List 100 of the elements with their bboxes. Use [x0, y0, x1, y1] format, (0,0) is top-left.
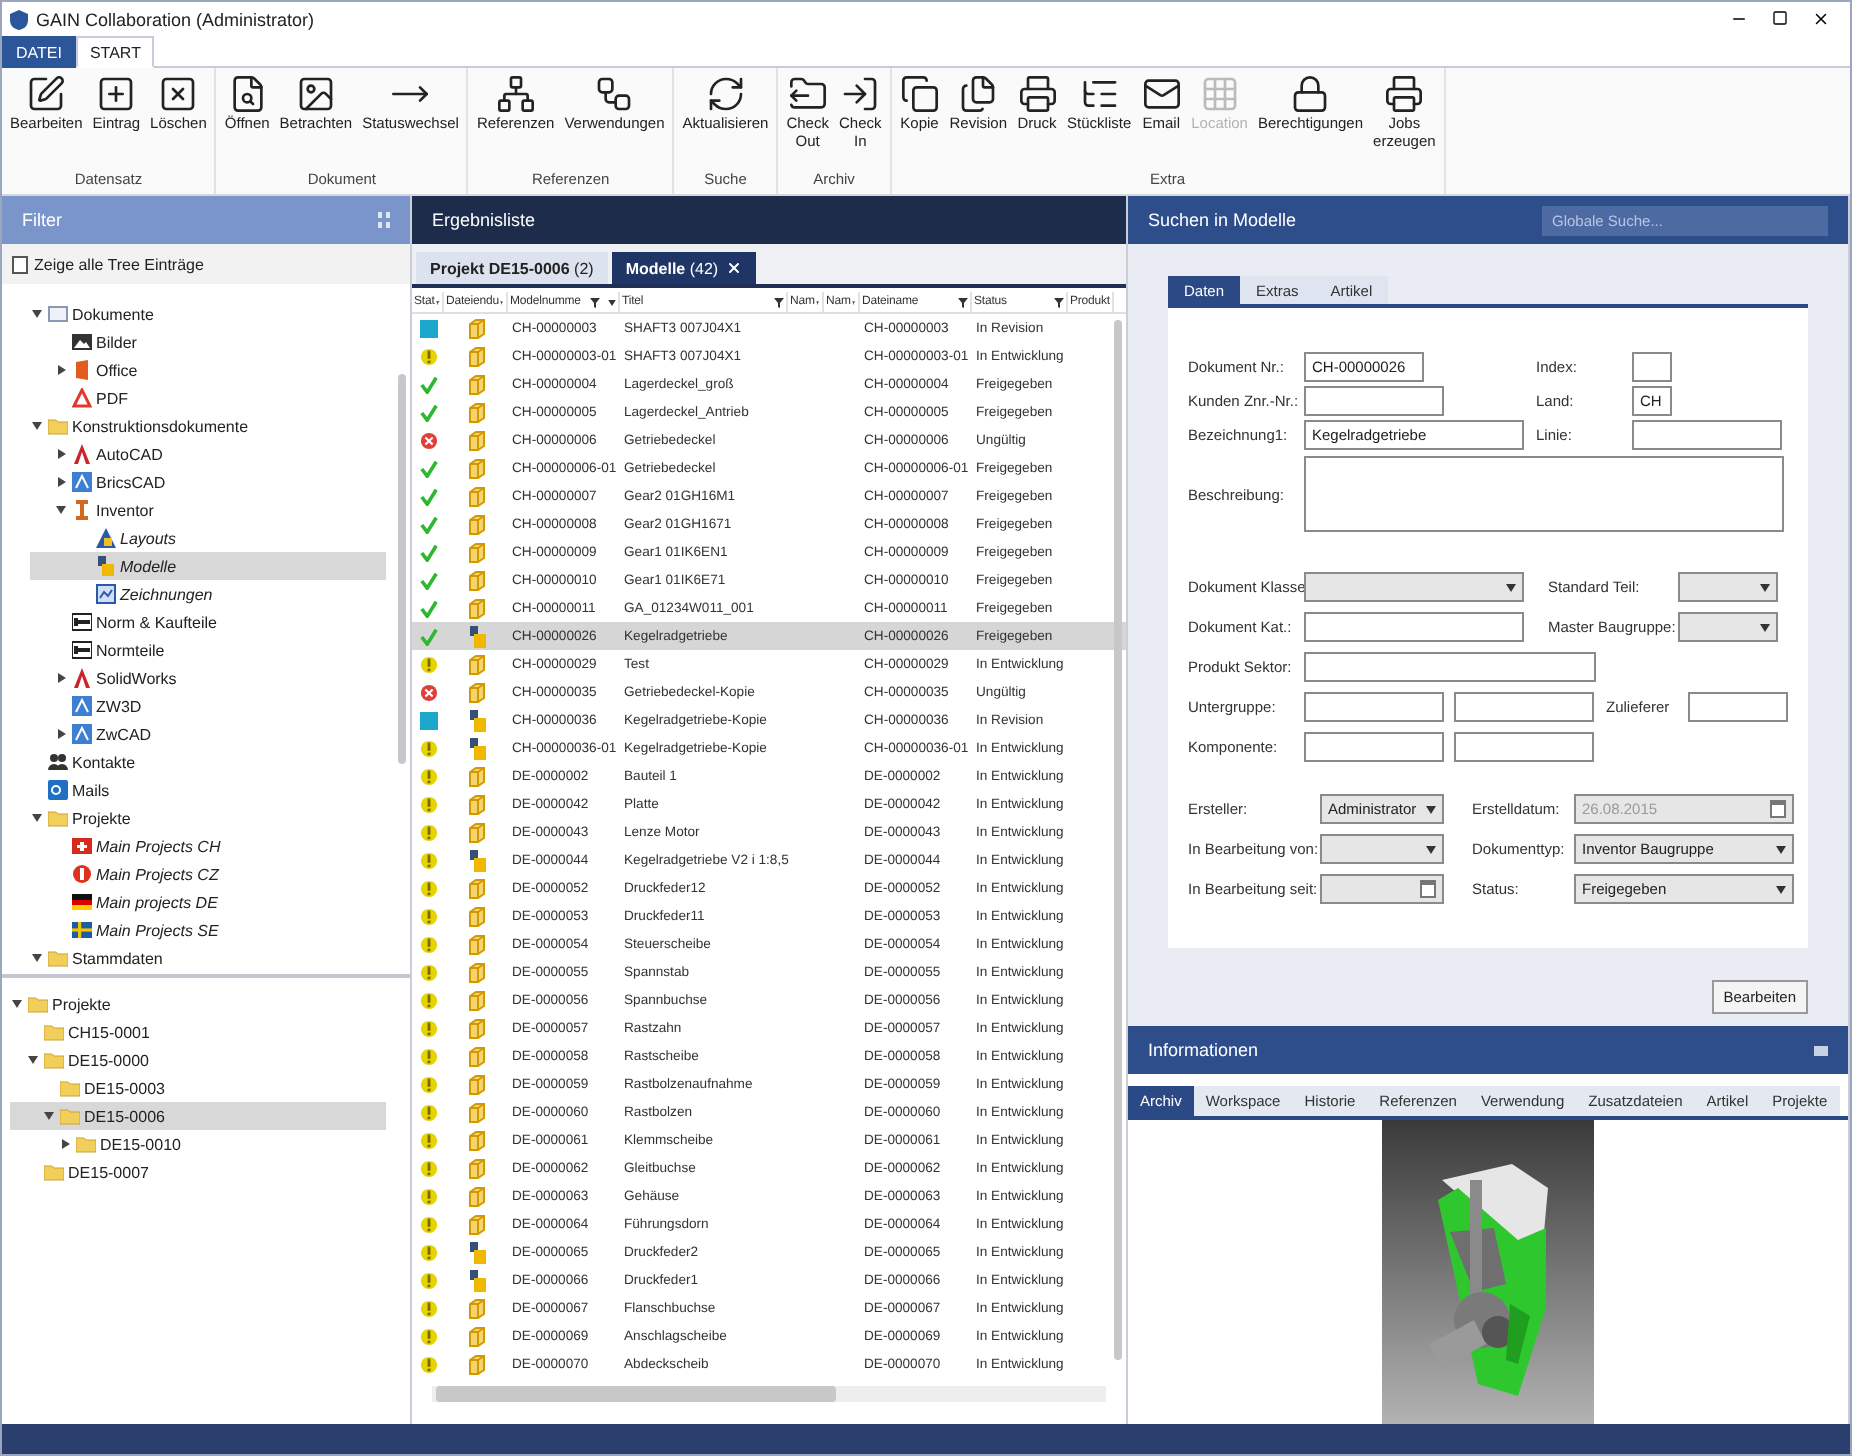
folder-icon: [48, 808, 68, 828]
dropdown[interactable]: [1678, 612, 1778, 642]
scrollbar-thumb[interactable]: [398, 374, 406, 764]
tree-item[interactable]: ZW3D: [30, 692, 386, 720]
warning-icon: [419, 991, 437, 1009]
assembly-icon: [467, 1269, 485, 1291]
checkbox-label: Zeige alle Tree Einträge: [34, 255, 204, 273]
warning-icon: [419, 347, 437, 365]
tree-item[interactable]: DE15-0003: [10, 1074, 386, 1102]
scrollbar-thumb[interactable]: [436, 1386, 836, 1402]
text-field[interactable]: [1304, 612, 1524, 642]
scrollbar-thumb[interactable]: [1114, 320, 1122, 1360]
caret-icon[interactable]: [28, 1056, 38, 1064]
cube-icon: [467, 1073, 485, 1095]
tree-item[interactable]: Main projects DE: [30, 888, 386, 916]
tree-item[interactable]: Bilder: [30, 328, 386, 356]
ribbon-tab[interactable]: START: [75, 36, 155, 68]
caret-icon[interactable]: [32, 954, 42, 962]
tree-item[interactable]: AutoCAD: [30, 440, 386, 468]
filter-icon[interactable]: [589, 297, 600, 307]
tree-item[interactable]: Layouts: [30, 524, 386, 552]
cube-icon: [467, 1297, 485, 1319]
warning-icon: [419, 1131, 437, 1149]
tree-item[interactable]: Dokumente: [30, 300, 386, 328]
sort-icon[interactable]: [607, 299, 616, 305]
printer-icon: [1384, 74, 1425, 114]
revision-icon: [419, 319, 437, 337]
caret-icon[interactable]: [32, 310, 42, 318]
caret-icon[interactable]: [57, 364, 65, 376]
caret-icon[interactable]: [57, 448, 65, 460]
ribbon-tab[interactable]: DATEI: [2, 36, 76, 68]
filter-icon[interactable]: [1054, 297, 1064, 307]
tree-item[interactable]: ZwCAD: [30, 720, 386, 748]
tree-item[interactable]: PDF: [30, 384, 386, 412]
text-field[interactable]: [1304, 692, 1444, 722]
caret-icon[interactable]: [61, 1138, 69, 1150]
minimize-icon[interactable]: [1814, 1043, 1828, 1057]
tree-item[interactable]: Mails: [30, 776, 386, 804]
filter-icon[interactable]: [774, 297, 784, 307]
caret-icon[interactable]: [57, 672, 65, 684]
document-icon: [48, 304, 68, 324]
caret-icon[interactable]: [57, 476, 65, 488]
tree-item[interactable]: SolidWorks: [30, 664, 386, 692]
tree-item[interactable]: DE15-0000: [10, 1046, 386, 1074]
tree-item[interactable]: Kontakte: [30, 748, 386, 776]
text-field[interactable]: [1688, 692, 1788, 722]
caret-icon[interactable]: [57, 728, 65, 740]
tree-item[interactable]: Stammdaten: [30, 944, 386, 972]
app-icon: [72, 472, 92, 492]
tree-item[interactable]: Main Projects CH: [30, 832, 386, 860]
bolt-icon: [72, 612, 92, 632]
text-field[interactable]: [1454, 692, 1594, 722]
cube-icon: [467, 1017, 485, 1039]
tree-item[interactable]: Normteile: [30, 636, 386, 664]
text-field[interactable]: [1632, 352, 1672, 382]
tree-item[interactable]: CH15-0001: [10, 1018, 386, 1046]
text-field[interactable]: [1304, 732, 1444, 762]
dropdown[interactable]: [1320, 834, 1444, 864]
result-tab[interactable]: Projekt DE15-0006 (2): [416, 252, 608, 284]
app-icon: [72, 668, 92, 688]
dropdown[interactable]: [1304, 572, 1524, 602]
result-tab[interactable]: Modelle (42): [611, 252, 757, 284]
tree-item[interactable]: Modelle: [30, 552, 386, 580]
dropdown[interactable]: [1678, 572, 1778, 602]
text-area[interactable]: [1304, 456, 1784, 532]
cube-icon: [467, 793, 485, 815]
tree-item[interactable]: Projekte: [10, 990, 386, 1018]
caret-icon[interactable]: [56, 506, 66, 514]
warning-icon: [419, 1019, 437, 1037]
text-field[interactable]: [1454, 732, 1594, 762]
tree-item[interactable]: Konstruktionsdokumente: [30, 412, 386, 440]
tree-item[interactable]: Projekte: [30, 804, 386, 832]
caret-icon[interactable]: [44, 1112, 54, 1120]
cube-icon: [467, 401, 485, 423]
caret-icon[interactable]: [12, 1000, 22, 1008]
login-icon: [840, 74, 881, 114]
folder-icon: [48, 948, 68, 968]
tree-item[interactable]: Office: [30, 356, 386, 384]
tree-item[interactable]: Main Projects SE: [30, 916, 386, 944]
checkbox[interactable]: [12, 255, 28, 273]
warning-icon: [419, 1103, 437, 1121]
close-icon[interactable]: [1812, 10, 1830, 28]
tree-item[interactable]: DE15-0006: [10, 1102, 386, 1130]
warning-icon: [419, 935, 437, 953]
tree-item[interactable]: BricsCAD: [30, 468, 386, 496]
caret-icon: [1776, 845, 1786, 853]
tree-item[interactable]: DE15-0010: [10, 1130, 386, 1158]
maximize-icon[interactable]: [1772, 10, 1788, 26]
grip-icon[interactable]: [378, 212, 390, 228]
text-field[interactable]: [1304, 386, 1444, 416]
caret-icon[interactable]: [32, 814, 42, 822]
tree-item[interactable]: Main Projects CZ: [30, 860, 386, 888]
tree-item[interactable]: Inventor: [30, 496, 386, 524]
tree-item[interactable]: Norm & Kaufteile: [30, 608, 386, 636]
text-field[interactable]: [1632, 420, 1782, 450]
tree-item[interactable]: DE15-0007: [10, 1158, 386, 1186]
filter-icon[interactable]: [958, 297, 968, 307]
text-field[interactable]: [1304, 652, 1596, 682]
caret-icon[interactable]: [32, 422, 42, 430]
tree-item[interactable]: Zeichnungen: [30, 580, 386, 608]
